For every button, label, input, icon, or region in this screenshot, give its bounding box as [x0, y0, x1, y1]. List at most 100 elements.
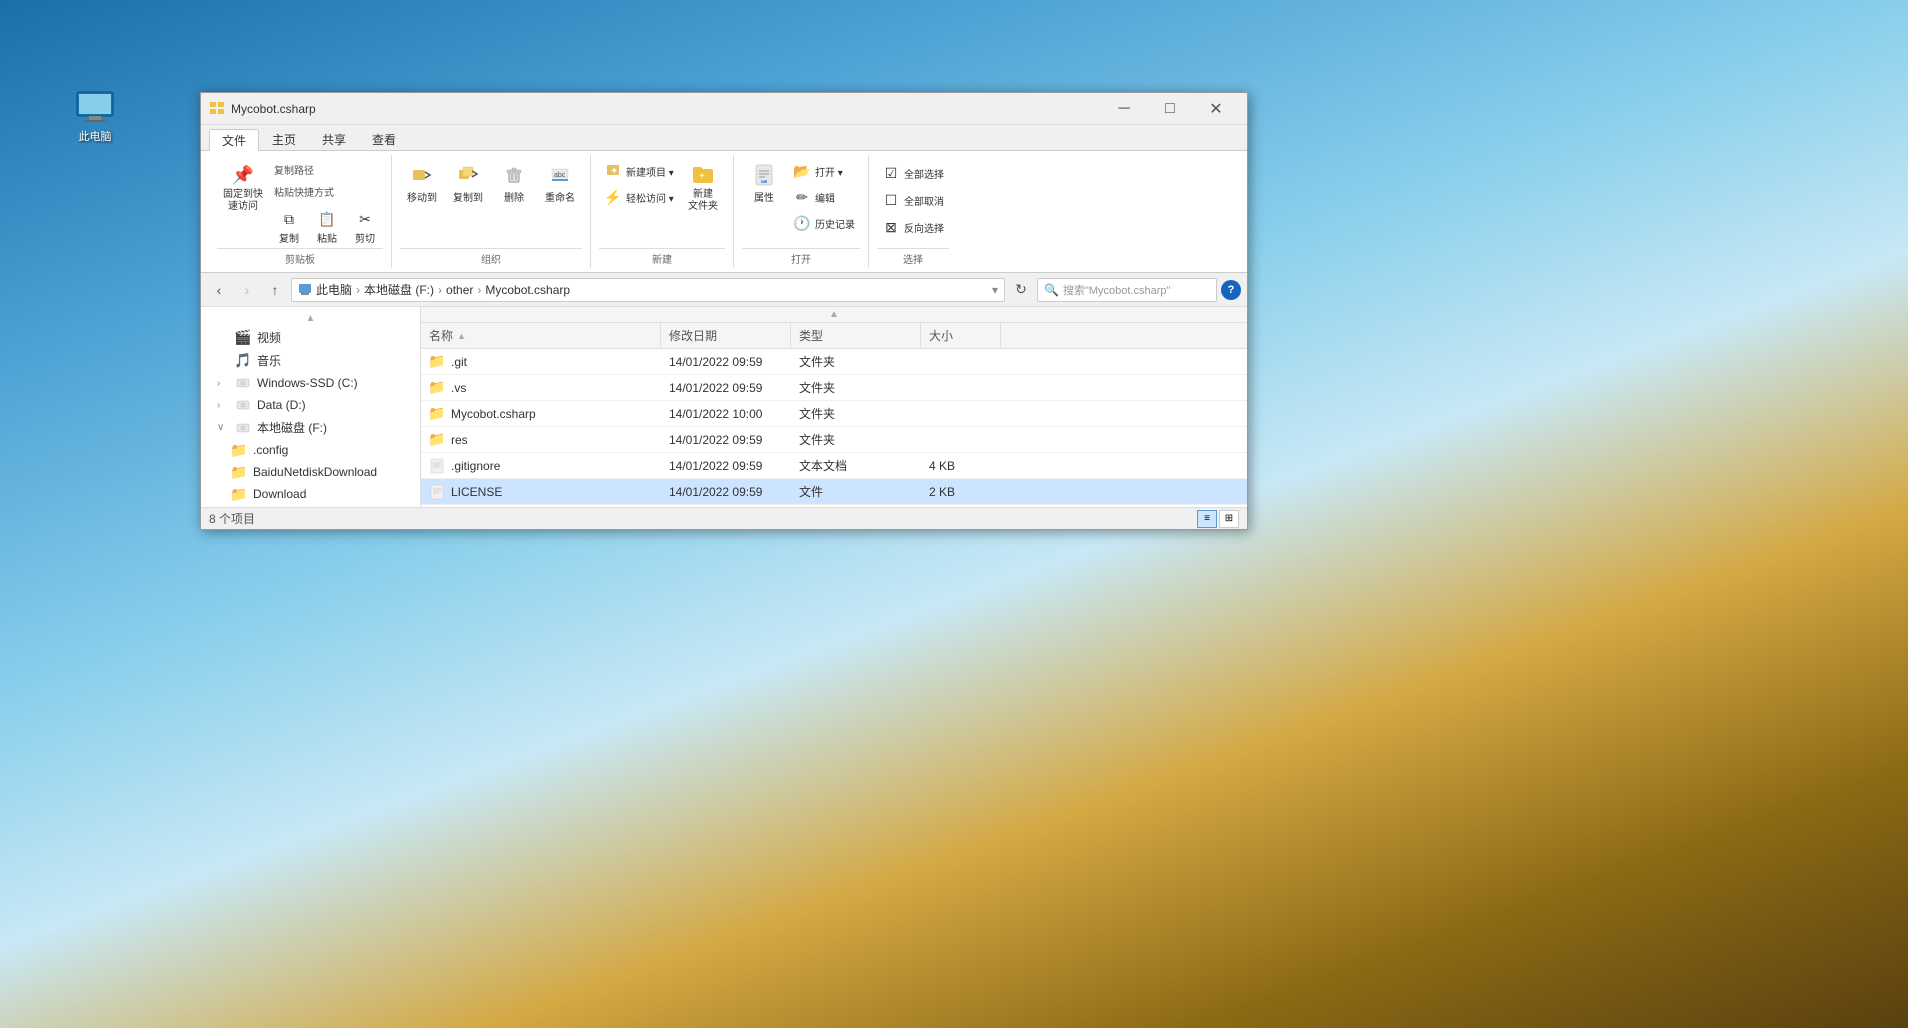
sidebar-item-download[interactable]: 📁 Download: [201, 483, 420, 505]
title-bar: Mycobot.csharp ─ □ ✕: [201, 93, 1247, 125]
table-row[interactable]: 📁 res 14/01/2022 09:59 文件夹: [421, 427, 1247, 453]
delete-button[interactable]: 删除: [492, 159, 536, 208]
clipboard-label: 剪贴板: [217, 248, 383, 266]
file-date-res: 14/01/2022 09:59: [661, 429, 791, 451]
desktop-icon-label: 此电脑: [79, 128, 112, 144]
pin-button[interactable]: 📌 固定到快速访问: [217, 159, 269, 217]
desktop-icon-computer[interactable]: 此电脑: [60, 90, 130, 144]
table-row[interactable]: 📁 Mycobot.csharp 14/01/2022 10:00 文件夹: [421, 401, 1247, 427]
file-type-license: 文件: [791, 479, 921, 504]
edit-icon: ✏: [793, 188, 811, 206]
history-button[interactable]: 🕐 历史记录: [788, 211, 860, 235]
select-label: 选择: [877, 248, 949, 266]
file-size-gitignore: 4 KB: [921, 455, 1001, 477]
file-list-header: 名称 ▲ 修改日期 类型 大小: [421, 323, 1247, 349]
drive-f-icon: [235, 420, 251, 436]
file-name-license: LICENSE: [421, 480, 661, 504]
file-date-mycobot: 14/01/2022 10:00: [661, 403, 791, 425]
up-button[interactable]: ↑: [263, 278, 287, 302]
maximize-button[interactable]: □: [1147, 93, 1193, 125]
scroll-up-indicator: ▲: [201, 311, 420, 326]
deselect-all-button[interactable]: ☐ 全部取消: [877, 188, 949, 212]
tab-view[interactable]: 查看: [359, 128, 409, 150]
copy-to-button[interactable]: 复制到: [446, 159, 490, 208]
ribbon: 📌 固定到快速访问 复制路径 粘贴快捷方式 ⧉ 复制: [201, 151, 1247, 273]
paste-button[interactable]: 📋 粘贴: [309, 207, 345, 248]
path-part-1: 本地磁盘 (F:): [364, 281, 434, 298]
sidebar-item-music[interactable]: 🎵 音乐: [201, 349, 420, 372]
drive-c-icon: [235, 375, 251, 391]
select-all-button[interactable]: ☑ 全部选择: [877, 161, 949, 185]
file-name-vs: 📁 .vs: [421, 376, 661, 400]
new-folder-button[interactable]: + 新建文件夹: [681, 159, 725, 217]
move-to-button[interactable]: 移动到: [400, 159, 444, 208]
file-name-gitignore: .gitignore: [421, 454, 661, 478]
minimize-button[interactable]: ─: [1101, 93, 1147, 125]
video-icon: 🎬: [235, 330, 251, 346]
file-size-git: [921, 358, 1001, 366]
organize-label: 组织: [400, 248, 582, 266]
refresh-button[interactable]: ↻: [1009, 278, 1033, 302]
sidebar-item-config[interactable]: 📁 .config: [201, 439, 420, 461]
col-name[interactable]: 名称 ▲: [421, 323, 661, 348]
col-type[interactable]: 类型: [791, 323, 921, 348]
move-icon: [410, 163, 434, 187]
svg-text:✓: ✓: [761, 178, 767, 185]
file-list-scroll-up: ▲: [421, 307, 1247, 323]
file-type-gitignore: 文本文档: [791, 453, 921, 478]
tab-home[interactable]: 主页: [259, 128, 309, 150]
copy-button[interactable]: ⧉ 复制: [271, 207, 307, 248]
table-row[interactable]: 📁 .vs 14/01/2022 09:59 文件夹: [421, 375, 1247, 401]
music-icon: 🎵: [235, 353, 251, 369]
sidebar-item-data-d[interactable]: › Data (D:): [201, 394, 420, 416]
file-date-gitignore: 14/01/2022 09:59: [661, 455, 791, 477]
tile-view-button[interactable]: ⊞: [1219, 510, 1239, 528]
detail-view-button[interactable]: ≡: [1197, 510, 1217, 528]
invert-select-button[interactable]: ⊠ 反向选择: [877, 215, 949, 239]
open-icon: 📂: [793, 162, 811, 180]
ribbon-group-organize: 移动到 复制到 删除 abc: [392, 155, 591, 268]
table-row[interactable]: LICENSE 14/01/2022 09:59 文件 2 KB: [421, 479, 1247, 505]
address-path[interactable]: 此电脑 › 本地磁盘 (F:) › other › Mycobot.csharp…: [291, 278, 1005, 302]
ribbon-group-select: ☑ 全部选择 ☐ 全部取消 ⊠ 反向选择 选择: [869, 155, 957, 268]
file-list: ▲ 名称 ▲ 修改日期 类型 大小: [421, 307, 1247, 507]
copy-path-btn[interactable]: 复制路径: [271, 161, 317, 178]
pc-icon: [298, 283, 312, 297]
rename-button[interactable]: abc 重命名: [538, 159, 582, 208]
deselect-icon: ☐: [882, 191, 900, 209]
sidebar-item-local-f[interactable]: ∨ 本地磁盘 (F:): [201, 416, 420, 439]
cut-button[interactable]: ✂ 剪切: [347, 207, 383, 248]
svg-text:abc: abc: [554, 172, 566, 179]
tab-share[interactable]: 共享: [309, 128, 359, 150]
sidebar-item-baidunetdisk[interactable]: 📁 BaiduNetdiskDownload: [201, 461, 420, 483]
computer-icon: [75, 90, 115, 124]
properties-button[interactable]: ✓ 属性: [742, 159, 786, 215]
select-all-icon: ☑: [882, 164, 900, 182]
new-label: 新建: [599, 248, 725, 266]
title-bar-controls: ─ □ ✕: [1101, 93, 1239, 125]
forward-button[interactable]: ›: [235, 278, 259, 302]
open-button[interactable]: 📂 打开 ▾: [788, 159, 860, 183]
table-row[interactable]: .gitignore 14/01/2022 09:59 文本文档 4 KB: [421, 453, 1247, 479]
file-size-vs: [921, 384, 1001, 392]
properties-icon: ✓: [752, 163, 776, 187]
help-button[interactable]: ?: [1221, 280, 1241, 300]
new-content: ✦ 新建项目 ▾ ⚡ 轻松访问 ▾ + 新建文件夹: [599, 157, 725, 248]
search-box[interactable]: 🔍 搜索"Mycobot.csharp": [1037, 278, 1217, 302]
sidebar-item-videos[interactable]: 🎬 视频: [201, 326, 420, 349]
new-item-button[interactable]: ✦ 新建项目 ▾: [599, 159, 679, 183]
edit-button[interactable]: ✏ 编辑: [788, 185, 860, 209]
pin-icon: 📌: [231, 163, 255, 187]
table-row[interactable]: 📁 .git 14/01/2022 09:59 文件夹: [421, 349, 1247, 375]
view-buttons: ≡ ⊞: [1197, 510, 1239, 528]
back-button[interactable]: ‹: [207, 278, 231, 302]
sidebar-item-windows-ssd[interactable]: › Windows-SSD (C:): [201, 372, 420, 394]
tab-file[interactable]: 文件: [209, 129, 259, 151]
paste-shortcut-btn[interactable]: 粘贴快捷方式: [271, 183, 337, 200]
easy-access-button[interactable]: ⚡ 轻松访问 ▾: [599, 185, 679, 209]
col-size[interactable]: 大小: [921, 323, 1001, 348]
svg-text:✦: ✦: [610, 166, 618, 177]
paste-icon: 📋: [318, 210, 336, 228]
close-button[interactable]: ✕: [1193, 93, 1239, 125]
col-date[interactable]: 修改日期: [661, 323, 791, 348]
